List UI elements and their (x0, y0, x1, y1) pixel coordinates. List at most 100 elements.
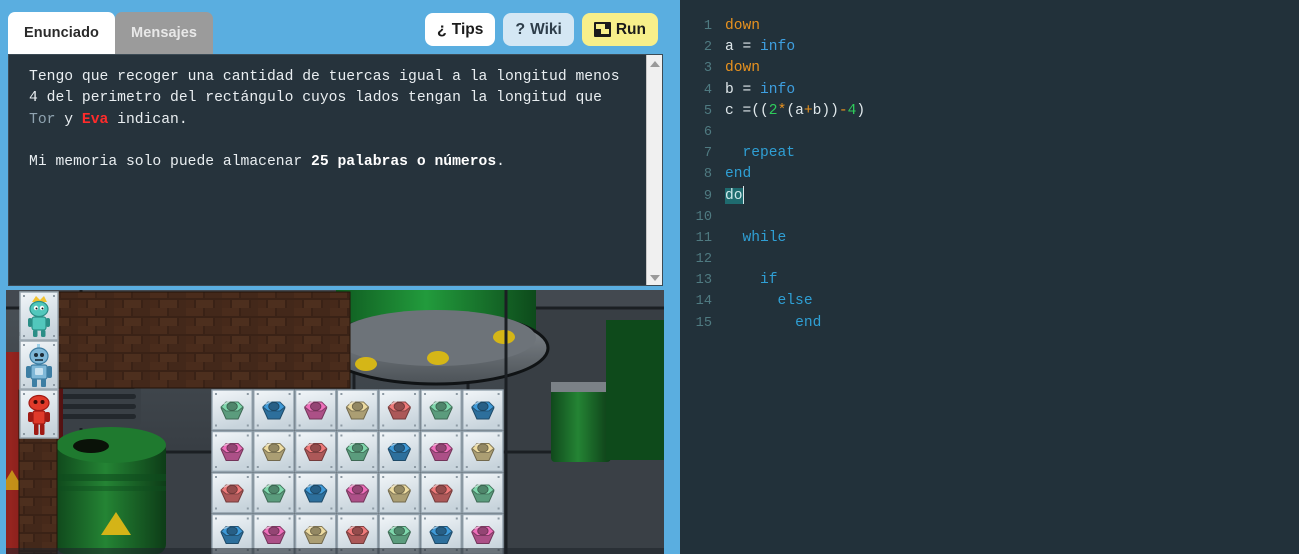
tile-screw-1 (414, 517, 416, 520)
character-tile-blue-robot[interactable] (19, 340, 59, 390)
code-line[interactable]: 2a = info (680, 37, 1299, 58)
line-number: 13 (695, 273, 712, 289)
code-line[interactable]: 5 c =((2*(a+b))-4) (680, 101, 1299, 122)
grid-cell[interactable] (420, 389, 462, 431)
character-tile-red-robot[interactable] (19, 389, 59, 439)
tile-screw-3 (414, 507, 416, 510)
nut-hole (351, 443, 364, 453)
grid-cell[interactable] (462, 472, 504, 514)
grid-cell[interactable] (462, 389, 504, 431)
tile-screw-2 (23, 433, 25, 435)
nut-hole (477, 443, 489, 453)
grid-cell[interactable] (294, 389, 337, 431)
green-barrel-top (56, 427, 166, 463)
tile-screw-0 (340, 517, 343, 520)
nut-hole (435, 485, 447, 494)
tile-screw-3 (330, 466, 333, 468)
line-number: 3 (703, 61, 712, 77)
tile-screw-3 (53, 384, 55, 386)
grid-cell[interactable] (211, 472, 253, 514)
grid-cell[interactable] (253, 430, 295, 473)
tile-screw-1 (53, 295, 55, 297)
game-viewport[interactable] (6, 290, 664, 554)
code-line[interactable]: 6 (680, 122, 1299, 143)
line-number: 4 (703, 82, 712, 98)
code-line[interactable]: 3 down (680, 58, 1299, 79)
code-line[interactable]: 15 end (680, 313, 1299, 334)
code-line[interactable]: 4b = info (680, 80, 1299, 101)
nut-item (345, 442, 370, 461)
alien-pupil-left (35, 307, 38, 310)
tile-screw-1 (330, 393, 333, 395)
grid-cell[interactable] (294, 430, 337, 473)
statement-scrollbar[interactable] (646, 55, 662, 285)
tile-screw-0 (340, 393, 343, 395)
code-line[interactable]: 7 repeat (680, 143, 1299, 164)
tile-screw-3 (497, 507, 500, 510)
character-name-tor: Tor (29, 111, 56, 128)
nut-item (429, 400, 453, 420)
grid-cell[interactable] (420, 472, 462, 514)
nut-grid (211, 389, 504, 554)
grid-cell[interactable] (336, 472, 379, 514)
grid-cell[interactable] (336, 430, 379, 473)
tile-screw-0 (23, 393, 25, 395)
tile-screw-3 (455, 507, 458, 510)
grid-cell[interactable] (462, 430, 504, 473)
grid-cell[interactable] (378, 430, 421, 473)
run-button[interactable]: Run (581, 13, 658, 46)
grid-cell[interactable] (253, 472, 295, 514)
tab-mensajes[interactable]: Mensajes (115, 12, 214, 54)
red-robot-arm-left (28, 412, 33, 422)
tile-screw-1 (455, 476, 458, 478)
code-line[interactable]: 10 (680, 207, 1299, 228)
code-line[interactable]: 12 (680, 249, 1299, 270)
character-tile-alien[interactable] (19, 291, 59, 341)
alien-leg-left (33, 330, 38, 337)
robot-arm-right (47, 366, 52, 378)
code-line[interactable]: 8 end (680, 164, 1299, 185)
tile-screw-0 (23, 295, 25, 297)
tile-screw-1 (53, 344, 55, 346)
grid-cell[interactable] (211, 430, 253, 473)
grid-cell[interactable] (420, 430, 462, 473)
tab-enunciado[interactable]: Enunciado (8, 12, 116, 54)
text-cursor (742, 185, 744, 201)
code-line[interactable]: 9 do (680, 185, 1299, 207)
tile-screw-3 (455, 424, 458, 427)
tile-screw-0 (424, 517, 426, 520)
code-line[interactable]: 14 else (680, 291, 1299, 312)
code-line[interactable]: 1 down (680, 16, 1299, 37)
code-line[interactable]: 11 while (680, 228, 1299, 249)
nut-hole (226, 485, 238, 494)
statement-p1-b: y (55, 111, 82, 128)
grid-cell[interactable] (336, 389, 379, 431)
line-number: 8 (703, 167, 712, 183)
tile-screw-3 (330, 507, 333, 510)
grid-cell[interactable] (294, 472, 337, 514)
line-number: 6 (703, 124, 712, 140)
tile-screw-0 (382, 517, 385, 520)
wiki-button[interactable]: ? Wiki (503, 13, 574, 46)
triangle-up-icon[interactable] (647, 56, 662, 72)
statement-p2-a: Mi memoria solo puede almacenar (29, 154, 312, 171)
tips-button[interactable]: ¿ Tips (424, 13, 496, 46)
alien-body (31, 316, 47, 331)
triangle-down-icon[interactable] (647, 270, 662, 285)
code-editor-panel[interactable]: 1 down 2 a = info 3 down 4 b = info 5 c =((2*(a+b… (680, 0, 1299, 554)
grid-cell[interactable] (253, 389, 295, 431)
grid-cell[interactable] (378, 389, 421, 431)
nut-hole (310, 443, 322, 453)
nut-hole (393, 443, 405, 453)
grid-cell[interactable] (211, 389, 253, 431)
code-line-text: repeat (725, 143, 1299, 164)
code-line-text: if (725, 270, 1299, 291)
code-line[interactable]: 13 if (680, 270, 1299, 291)
code-line-text: end (725, 313, 1299, 334)
tile-screw-3 (372, 424, 375, 427)
tile-screw-2 (215, 507, 217, 510)
tile-screw-0 (256, 393, 259, 395)
nut-hole (351, 402, 364, 411)
alien-pupil-right (41, 307, 44, 310)
grid-cell[interactable] (378, 472, 421, 514)
